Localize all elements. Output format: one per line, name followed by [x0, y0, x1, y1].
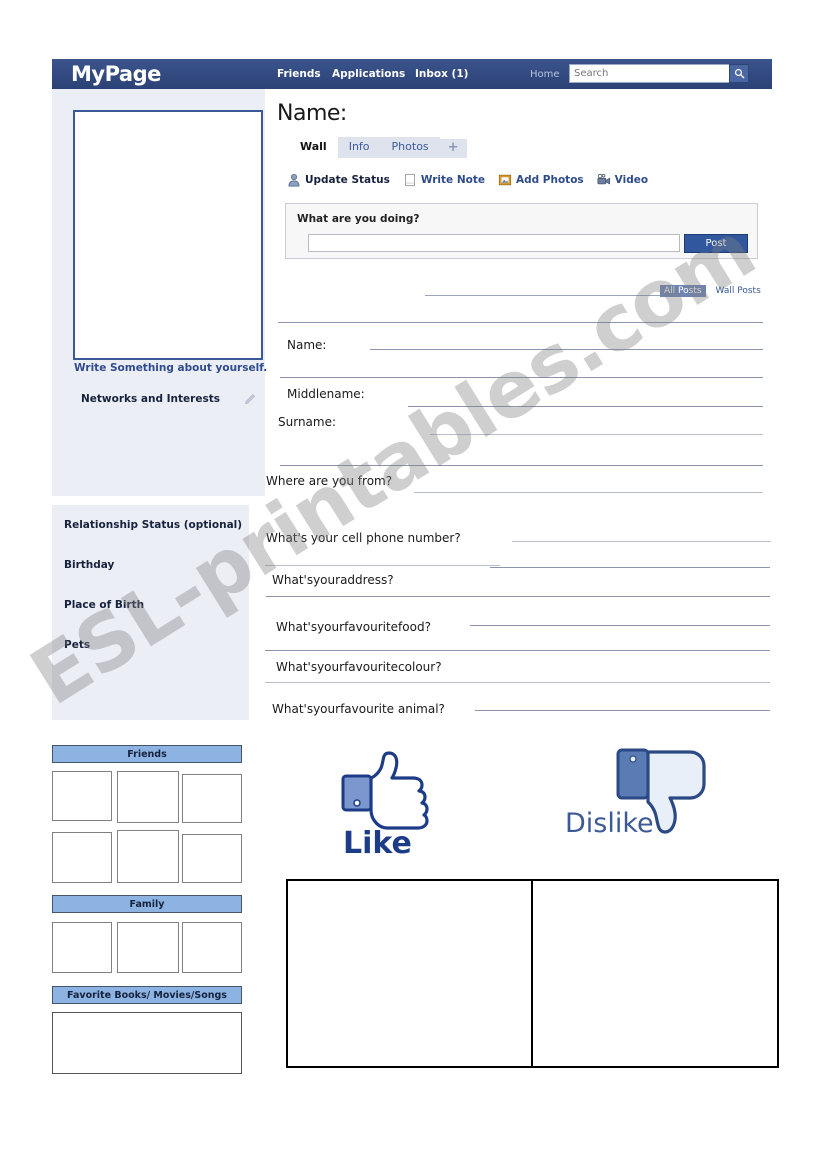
site-brand: MyPage — [71, 61, 161, 86]
answer-rule[interactable] — [280, 377, 763, 378]
nav-link-home[interactable]: Home — [530, 69, 560, 80]
search-icon — [734, 68, 744, 79]
search-bar — [569, 64, 749, 83]
question-label-favourite-colour: What'syourfavouritecolour? — [276, 660, 442, 674]
answer-rule[interactable] — [265, 565, 500, 566]
family-section-header: Family — [52, 895, 242, 913]
family-thumb-slot[interactable] — [52, 922, 112, 973]
answer-rule[interactable] — [470, 625, 770, 626]
networks-and-interests-panel: Networks and Interests — [73, 385, 263, 495]
status-composer-panel: What are you doing? Post — [285, 203, 758, 259]
question-label-where-from: Where are you from? — [266, 474, 393, 488]
photo-icon — [498, 174, 512, 186]
family-thumb-slot[interactable] — [182, 922, 242, 973]
answer-rule[interactable] — [265, 682, 770, 683]
like-dislike-answer-table — [286, 879, 779, 1068]
answer-rule[interactable] — [490, 567, 770, 568]
tab-info[interactable]: Info — [337, 137, 381, 158]
question-label-address: What'syouraddress? — [272, 573, 394, 587]
about-item-relationship-status: Relationship Status (optional) — [64, 519, 243, 531]
video-camera-icon — [597, 173, 610, 185]
filter-divider-rule — [425, 295, 665, 296]
about-item-pets: Pets — [64, 639, 91, 651]
question-label-middlename: Middlename: — [287, 387, 365, 401]
update-status-label: Update Status — [305, 174, 390, 186]
answer-rule[interactable] — [278, 322, 763, 323]
tab-wall[interactable]: Wall — [289, 137, 338, 158]
favorites-section-header: Favorite Books/ Movies/Songs — [52, 986, 242, 1004]
answer-rule[interactable] — [266, 596, 770, 597]
about-panel: Relationship Status (optional) Birthday … — [52, 505, 249, 720]
friend-thumb-slot[interactable] — [52, 832, 112, 883]
write-something-prompt: Write Something about yourself. — [74, 362, 268, 374]
video-button[interactable]: Video — [597, 173, 648, 187]
profile-tabs: Wall Info Photos + — [289, 137, 467, 158]
post-button[interactable]: Post — [684, 234, 748, 253]
post-filter-group: All Posts Wall Posts — [660, 285, 765, 297]
tab-photos[interactable]: Photos — [380, 137, 440, 158]
pencil-icon[interactable] — [243, 392, 257, 406]
tab-add[interactable]: + — [439, 139, 467, 158]
thumbs-down-icon — [616, 748, 706, 834]
question-label-cell-phone: What's your cell phone number? — [266, 531, 461, 545]
nav-link-inbox[interactable]: Inbox (1) — [415, 68, 468, 80]
status-prompt: What are you doing? — [297, 213, 420, 225]
top-navigation-bar: MyPage Friends Applications Inbox (1) Ho… — [52, 59, 772, 89]
answer-rule[interactable] — [414, 492, 763, 493]
friend-thumb-slot[interactable] — [52, 771, 112, 821]
filter-wall-posts[interactable]: Wall Posts — [712, 285, 765, 297]
worksheet-page: MyPage Friends Applications Inbox (1) Ho… — [0, 0, 826, 1169]
search-input[interactable] — [569, 64, 729, 83]
search-button[interactable] — [729, 64, 749, 83]
person-icon — [288, 173, 300, 187]
answer-rule[interactable] — [280, 465, 763, 466]
friend-thumb-slot[interactable] — [182, 834, 242, 883]
add-photos-button[interactable]: Add Photos — [498, 173, 584, 187]
dislike-label: Dislike — [565, 808, 654, 839]
friend-thumb-slot[interactable] — [182, 774, 242, 823]
status-input[interactable] — [308, 234, 680, 252]
question-label-favourite-food: What'syourfavouritefood? — [276, 620, 431, 634]
write-note-button[interactable]: Write Note — [403, 173, 485, 187]
like-label: Like — [343, 826, 412, 858]
friend-thumb-slot[interactable] — [117, 771, 179, 823]
thumbs-up-icon: Like — [341, 751, 429, 858]
answer-rule[interactable] — [430, 434, 763, 435]
video-label: Video — [614, 174, 649, 186]
profile-photo-placeholder[interactable] — [73, 110, 263, 360]
favorites-answer-box[interactable] — [52, 1012, 242, 1074]
nav-link-applications[interactable]: Applications — [332, 68, 405, 80]
about-item-place-of-birth: Place of Birth — [64, 599, 145, 611]
friend-thumb-slot[interactable] — [117, 830, 179, 883]
filter-all-posts[interactable]: All Posts — [660, 285, 706, 297]
answer-rule[interactable] — [265, 650, 770, 651]
about-item-birthday: Birthday — [64, 559, 115, 571]
question-label-surname: Surname: — [278, 415, 337, 429]
question-label-favourite-animal: What'syourfavourite animal? — [272, 702, 445, 716]
answer-rule[interactable] — [512, 541, 771, 542]
tabs-underline — [265, 158, 772, 159]
page-title: Name: — [277, 101, 347, 126]
like-answer-cell[interactable] — [288, 881, 533, 1066]
answer-rule[interactable] — [408, 406, 763, 407]
question-label-name: Name: — [287, 338, 327, 352]
write-note-label: Write Note — [420, 174, 485, 186]
add-photos-label: Add Photos — [515, 174, 584, 186]
family-thumb-slot[interactable] — [117, 922, 179, 973]
update-status-button[interactable]: Update Status — [287, 173, 390, 187]
note-icon — [405, 173, 415, 187]
answer-rule[interactable] — [370, 349, 763, 350]
answer-rule[interactable] — [475, 710, 770, 711]
friends-section-header: Friends — [52, 745, 242, 763]
wall-action-bar: Update Status Write Note Add Photos Vide… — [287, 173, 648, 187]
networks-and-interests-title: Networks and Interests — [81, 393, 220, 405]
dislike-answer-cell[interactable] — [533, 881, 777, 1066]
nav-link-friends[interactable]: Friends — [277, 68, 321, 80]
